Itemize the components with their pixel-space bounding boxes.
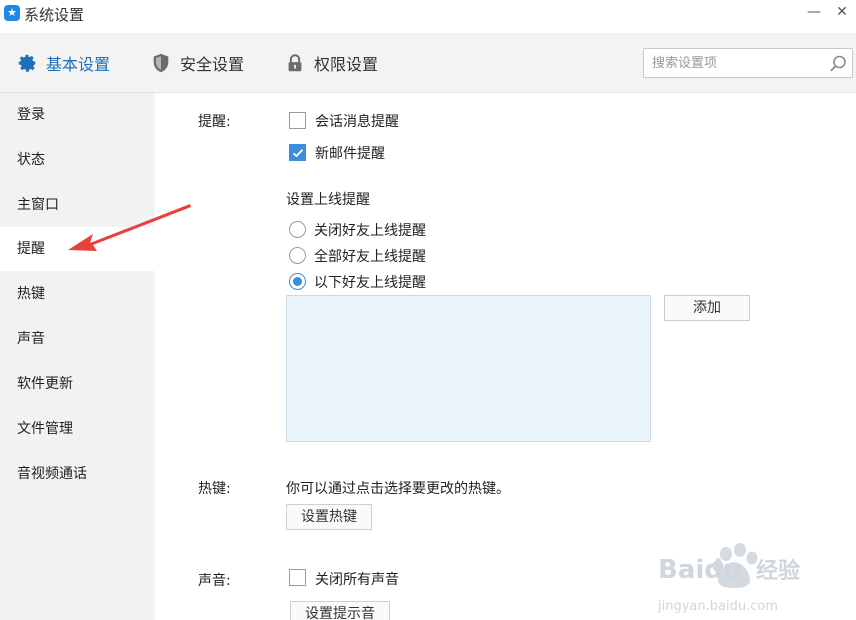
tab-label: 权限设置 xyxy=(314,55,379,74)
shield-icon xyxy=(153,53,169,73)
sidebar-item-av-call[interactable]: 音视频通话 xyxy=(0,452,155,496)
sidebar-item-reminder[interactable]: 提醒 xyxy=(0,227,155,271)
sound-section-label: 声音: xyxy=(198,573,231,589)
radio-label: 以下好友上线提醒 xyxy=(314,275,426,291)
search-box xyxy=(643,48,853,78)
mute-all-checkbox[interactable] xyxy=(289,569,306,586)
minimize-button[interactable]: — xyxy=(802,4,826,26)
settings-content: 提醒: 会话消息提醒 新邮件提醒 设置上线提醒 关闭好友上线提醒 全部好友上线提… xyxy=(155,93,856,620)
session-msg-label: 会话消息提醒 xyxy=(315,114,399,130)
tab-basic-settings[interactable]: 基本设置 xyxy=(16,33,110,93)
sidebar-item-sound[interactable]: 声音 xyxy=(0,317,155,361)
session-msg-checkbox[interactable] xyxy=(289,112,306,129)
sidebar-item-file-management[interactable]: 文件管理 xyxy=(0,407,155,451)
add-friend-button[interactable]: 添加 xyxy=(664,295,750,321)
tab-permission-settings[interactable]: 权限设置 xyxy=(284,33,378,93)
sidebar-item-main-window[interactable]: 主窗口 xyxy=(0,183,155,227)
hotkey-description: 你可以通过点击选择要更改的热键。 xyxy=(286,481,510,497)
close-button[interactable]: ✕ xyxy=(830,4,854,26)
radio-selected-online-reminder[interactable] xyxy=(289,273,306,290)
tab-security-settings[interactable]: 安全设置 xyxy=(150,33,244,93)
title-bar: ★ 系统设置 — ✕ xyxy=(0,0,856,32)
online-reminder-title: 设置上线提醒 xyxy=(286,192,370,208)
check-icon xyxy=(292,149,304,158)
settings-toolbar: 基本设置 安全设置 权限设置 xyxy=(0,33,856,93)
search-input[interactable] xyxy=(652,53,822,73)
sidebar-item-software-update[interactable]: 软件更新 xyxy=(0,362,155,406)
radio-all-online-reminder[interactable] xyxy=(289,247,306,264)
reminder-section-label: 提醒: xyxy=(198,114,231,130)
new-mail-label: 新邮件提醒 xyxy=(315,146,385,162)
friend-list-box[interactable] xyxy=(286,295,651,442)
tab-label: 基本设置 xyxy=(46,55,111,74)
app-logo-icon: ★ xyxy=(4,5,20,21)
gear-icon xyxy=(18,54,36,72)
set-sound-button[interactable]: 设置提示音 xyxy=(290,601,390,620)
sidebar-item-hotkey[interactable]: 热键 xyxy=(0,272,155,316)
window-title: 系统设置 xyxy=(24,6,85,24)
new-mail-checkbox[interactable] xyxy=(289,144,306,161)
radio-close-online-reminder[interactable] xyxy=(289,221,306,238)
radio-label: 全部好友上线提醒 xyxy=(314,249,426,265)
lock-icon xyxy=(288,54,302,72)
radio-label: 关闭好友上线提醒 xyxy=(314,223,426,239)
hotkey-section-label: 热键: xyxy=(198,481,231,497)
mute-all-label: 关闭所有声音 xyxy=(315,572,399,588)
sidebar-item-status[interactable]: 状态 xyxy=(0,138,155,182)
sidebar-item-login[interactable]: 登录 xyxy=(0,93,155,137)
sidebar: 登录 状态 主窗口 提醒 热键 声音 软件更新 文件管理 音视频通话 xyxy=(0,93,155,620)
set-hotkey-button[interactable]: 设置热键 xyxy=(286,504,372,530)
search-icon[interactable] xyxy=(828,54,848,74)
tab-label: 安全设置 xyxy=(180,55,245,74)
